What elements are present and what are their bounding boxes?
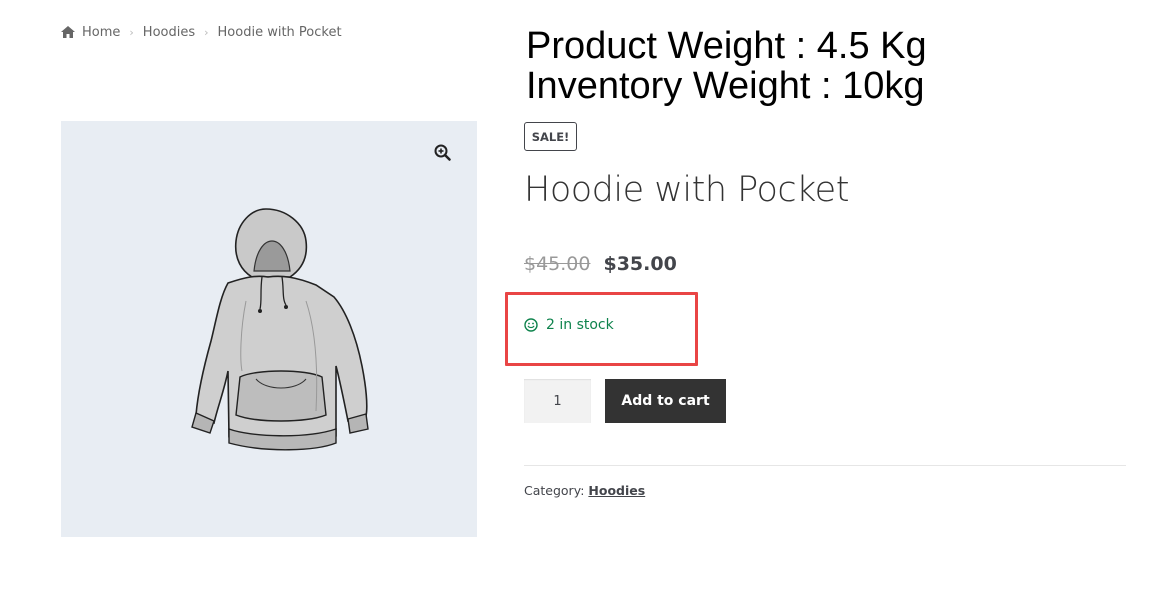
chevron-right-icon: › [204,25,209,39]
quantity-input[interactable] [524,379,591,423]
product-weight-text: Product Weight : 4.5 Kg [526,25,927,67]
breadcrumb-category-link[interactable]: Hoodies [143,25,195,40]
divider [524,465,1126,466]
category-label: Category: [524,483,585,498]
product-category: Category: Hoodies [524,483,645,498]
product-title: Hoodie with Pocket [524,170,849,210]
breadcrumb: Home › Hoodies › Hoodie with Pocket [61,22,342,42]
stock-status: 2 in stock [524,317,614,333]
product-price: $45.00 $35.00 [524,253,677,275]
home-icon [61,26,75,38]
breadcrumb-home-link[interactable]: Home [82,25,120,40]
sale-price: $35.00 [603,253,677,275]
weight-annotation: Product Weight : 4.5 Kg Inventory Weight… [526,26,927,106]
product-image [191,208,369,451]
sale-badge: SALE! [524,122,577,151]
chevron-right-icon: › [129,25,134,39]
add-to-cart-button[interactable]: Add to cart [605,379,726,423]
zoom-in-icon[interactable] [427,137,457,167]
category-link[interactable]: Hoodies [588,483,645,498]
original-price: $45.00 [524,253,591,275]
stock-text: 2 in stock [546,317,614,333]
inventory-weight-text: Inventory Weight : 10kg [526,65,925,107]
smile-icon [524,318,538,332]
product-gallery[interactable] [61,121,477,537]
breadcrumb-current: Hoodie with Pocket [217,24,342,40]
